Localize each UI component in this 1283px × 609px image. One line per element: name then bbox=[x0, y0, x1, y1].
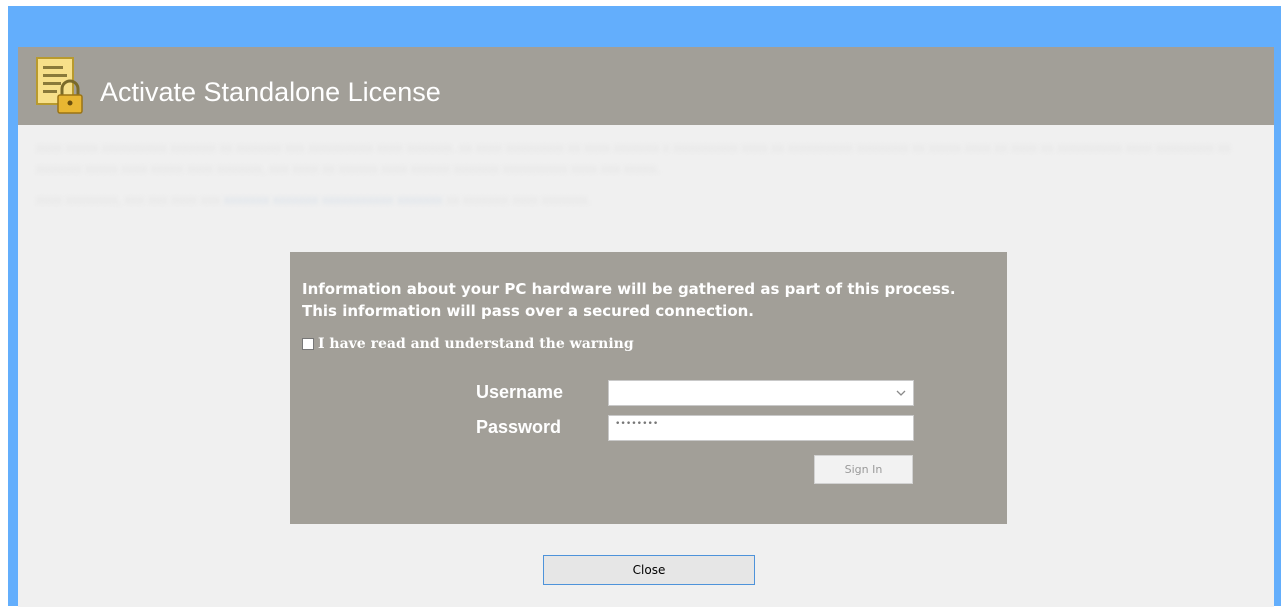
warning-row: I have read and understand the warning bbox=[302, 335, 634, 353]
hardware-info-text: Information about your PC hardware will … bbox=[302, 280, 956, 320]
chevron-down-icon[interactable] bbox=[895, 386, 907, 400]
blurred-description: xxxx xxxxx xxxxxxxxxx xxxxxxx xx xxxxxxx… bbox=[36, 140, 1231, 207]
sign-in-button[interactable]: Sign In bbox=[814, 455, 913, 484]
password-value: •••••••• bbox=[615, 419, 659, 429]
close-button[interactable]: Close bbox=[543, 555, 755, 585]
warning-checkbox[interactable] bbox=[302, 338, 314, 350]
password-field[interactable]: •••••••• bbox=[608, 415, 914, 441]
signin-panel: Information about your PC hardware will … bbox=[290, 252, 1007, 524]
dialog-window: Activate Standalone License xxxx xxxxx x… bbox=[8, 6, 1281, 607]
username-dropdown[interactable] bbox=[608, 380, 914, 406]
password-label: Password bbox=[476, 417, 562, 437]
username-label: Username bbox=[476, 382, 564, 402]
license-document-lock-icon bbox=[36, 57, 83, 114]
dialog-header: Activate Standalone License bbox=[18, 47, 1274, 125]
warning-checkbox-label: I have read and understand the warning bbox=[318, 336, 634, 352]
dialog-client-area: Activate Standalone License xxxx xxxxx x… bbox=[18, 47, 1274, 607]
dialog-title: Activate Standalone License bbox=[100, 77, 441, 107]
